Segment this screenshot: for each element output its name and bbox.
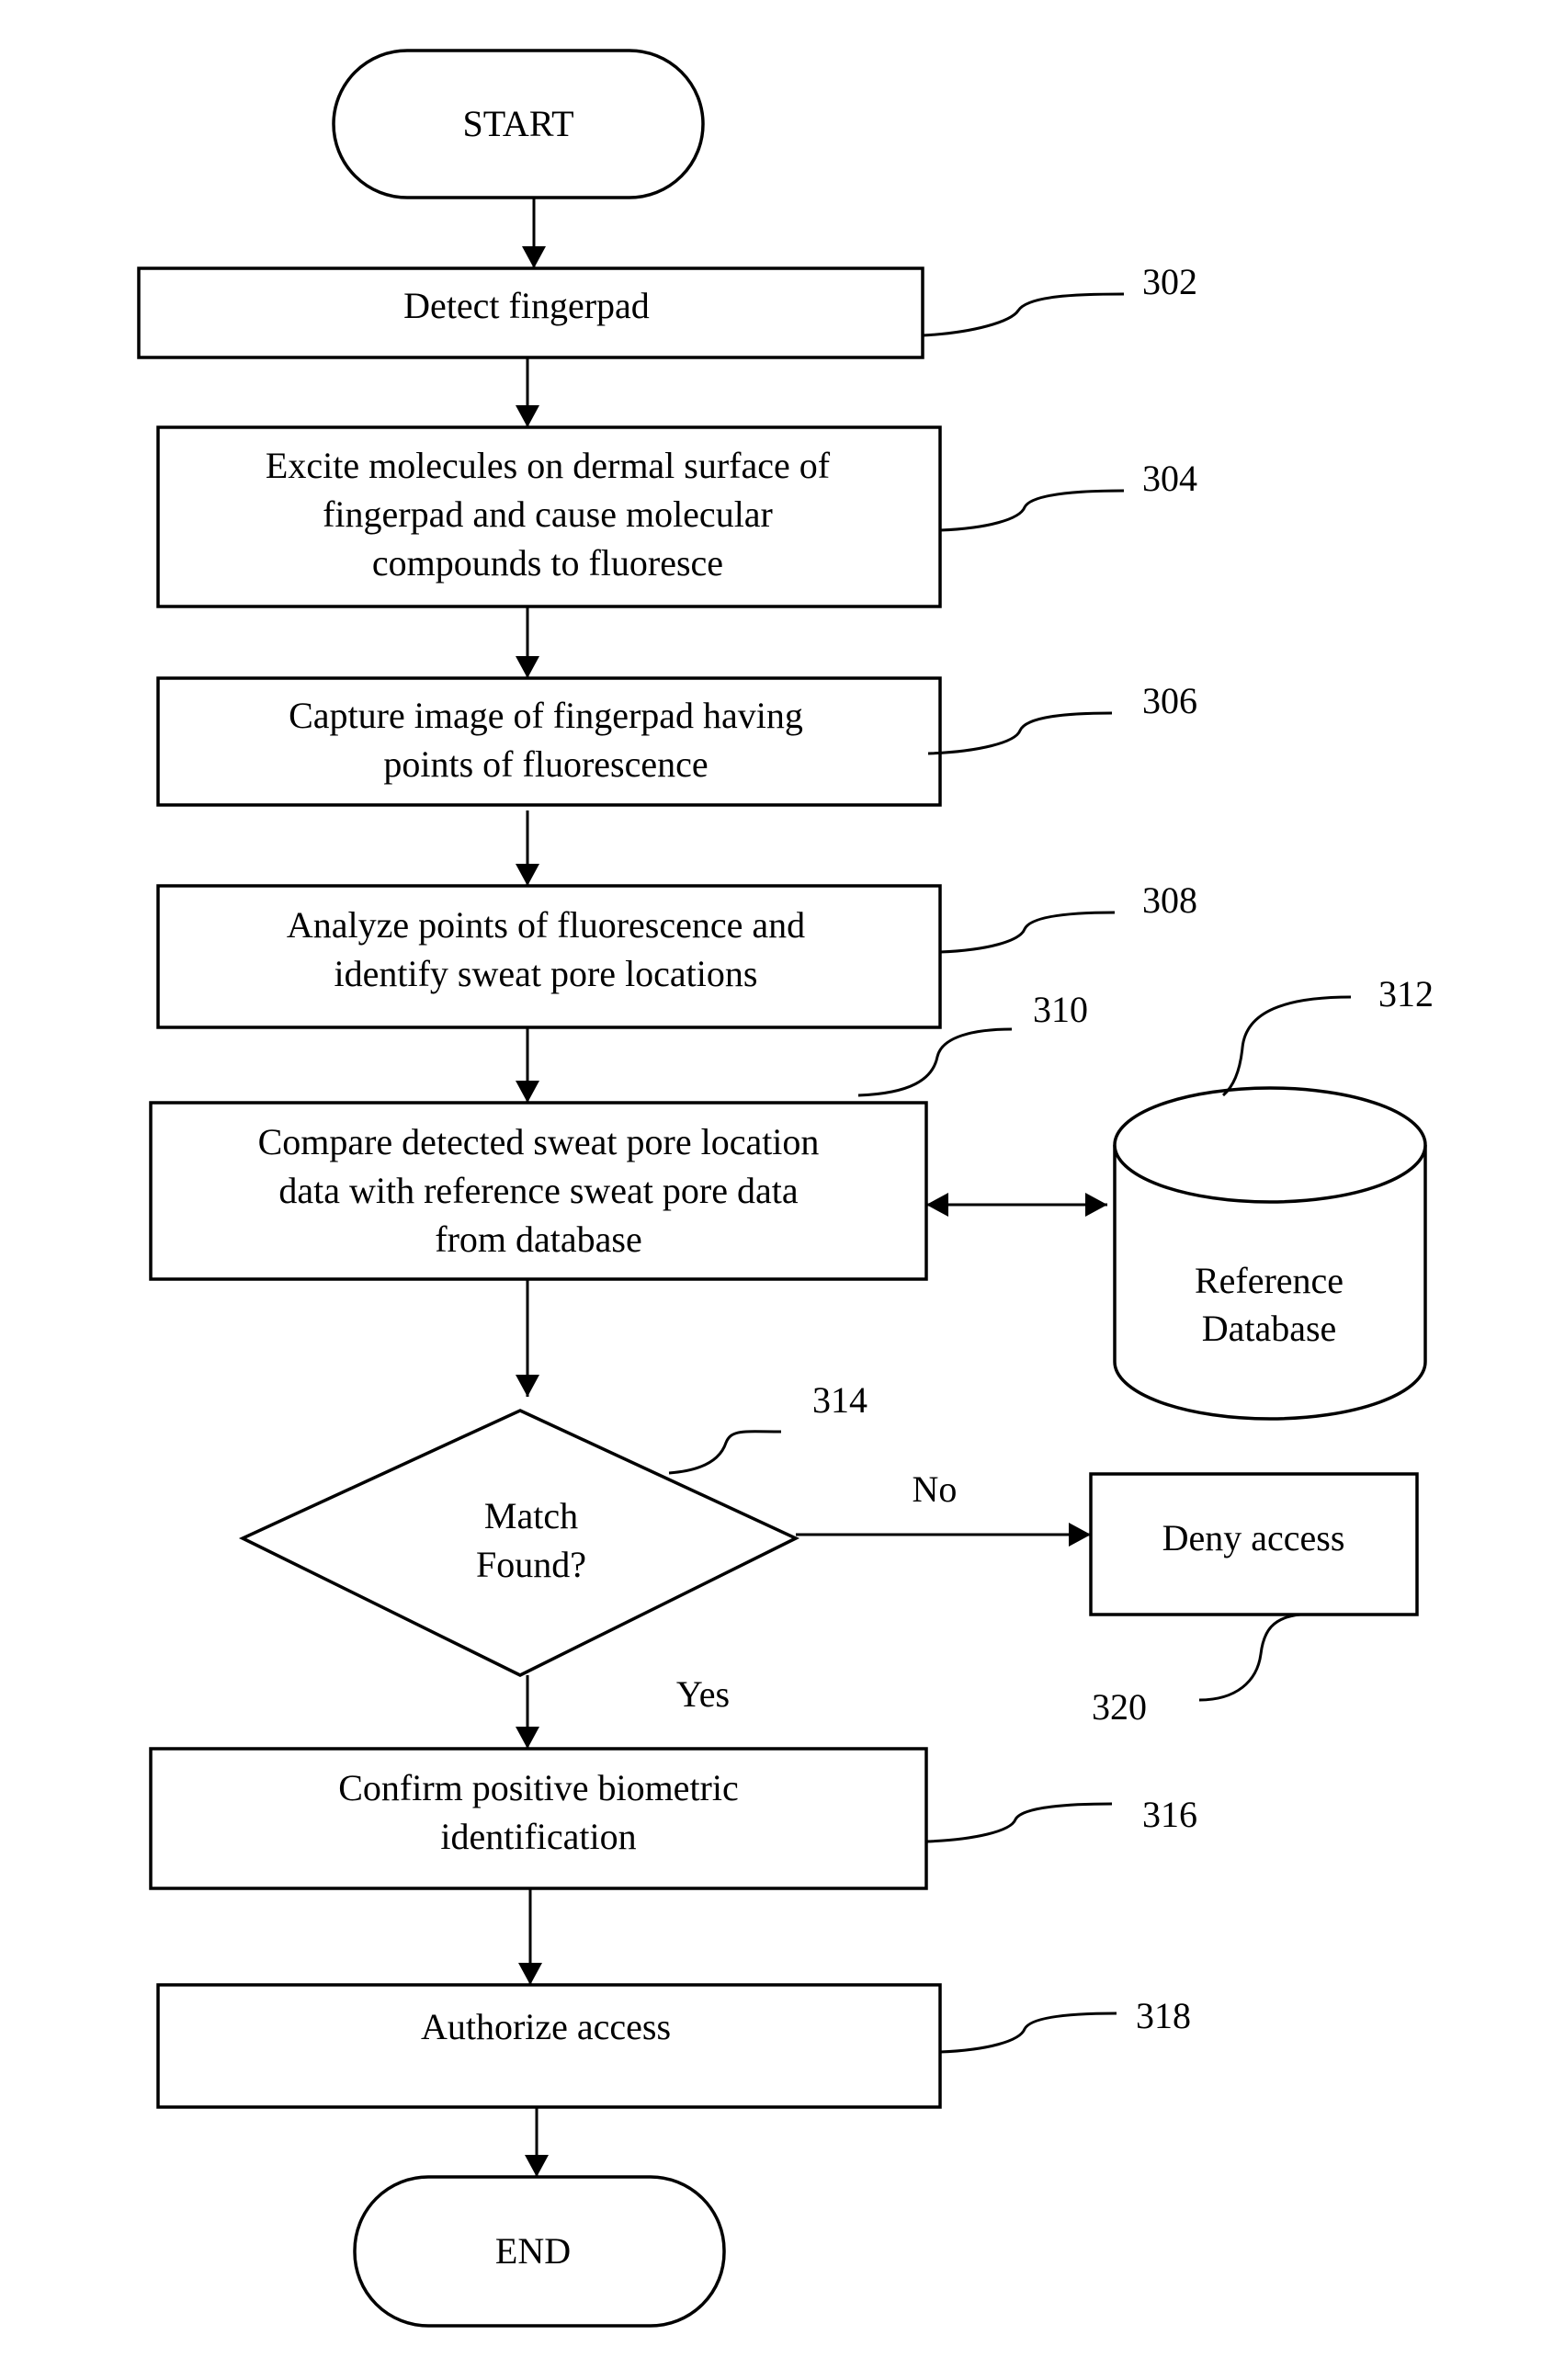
ref-308: 308: [1142, 879, 1197, 921]
ref-302: 302: [1142, 261, 1197, 302]
callout-302: [922, 292, 1125, 337]
decision-diamond: [238, 1409, 800, 1677]
end-label: END: [495, 2230, 571, 2272]
node-compare-data: Compare detected sweat pore location dat…: [149, 1101, 928, 1281]
database-line-2: Database: [1202, 1308, 1337, 1349]
ref-306: 306: [1142, 680, 1197, 721]
authorize-access-label: Authorize access: [421, 2006, 671, 2047]
analyze-line-1: Analyze points of fluorescence and: [287, 904, 805, 946]
node-deny-access: Deny access: [1089, 1472, 1419, 1616]
analyze-line-2: identify sweat pore locations: [334, 953, 758, 994]
compare-line-1: Compare detected sweat pore location: [258, 1121, 820, 1162]
ref-304: 304: [1142, 458, 1197, 499]
callout-316: [925, 1802, 1113, 1843]
callout-310: [857, 1027, 1013, 1097]
callout-320: [1198, 1613, 1301, 1702]
excite-line-2: fingerpad and cause molecular: [323, 493, 773, 535]
ref-314: 314: [812, 1379, 867, 1421]
callout-306: [927, 711, 1113, 755]
excite-line-3: compounds to fluoresce: [372, 542, 723, 584]
database-line-1: Reference: [1195, 1260, 1344, 1301]
end-terminator: END: [353, 2175, 726, 2328]
capture-line-2: points of fluorescence: [383, 743, 708, 785]
node-analyze-points: Analyze points of fluorescence and ident…: [156, 884, 942, 1029]
decision-line-1: Match: [484, 1495, 578, 1536]
edge-label-no: No: [913, 1468, 958, 1510]
ref-318: 318: [1136, 1995, 1191, 2036]
database-cylinder-top: [1113, 1086, 1427, 1204]
callout-312: [1221, 995, 1352, 1097]
confirm-line-2: identification: [440, 1816, 636, 1857]
compare-line-2: data with reference sweat pore data: [278, 1170, 798, 1211]
ref-310: 310: [1033, 989, 1088, 1030]
node-excite-molecules: Excite molecules on dermal surface of fi…: [156, 425, 942, 608]
node-authorize-access: Authorize access: [156, 1983, 942, 2109]
excite-line-1: Excite molecules on dermal surface of: [266, 445, 831, 486]
start-terminator: START: [332, 49, 705, 199]
start-label: START: [462, 103, 573, 144]
compare-line-3: from database: [435, 1218, 641, 1260]
edge-label-yes: Yes: [676, 1673, 730, 1715]
node-confirm-identification: Confirm positive biometric identificatio…: [149, 1747, 928, 1890]
callout-318: [939, 2012, 1117, 2054]
callout-314: [668, 1430, 782, 1475]
node-reference-database: Reference Database: [1113, 1086, 1427, 1421]
decision-line-2: Found?: [476, 1544, 586, 1585]
node-capture-image: Capture image of fingerpad having points…: [156, 676, 942, 807]
callout-304: [939, 489, 1125, 532]
ref-312: 312: [1378, 973, 1434, 1014]
deny-access-label: Deny access: [1162, 1517, 1345, 1558]
confirm-line-1: Confirm positive biometric: [338, 1767, 739, 1808]
node-detect-fingerpad: Detect fingerpad: [137, 266, 924, 359]
detect-fingerpad-label: Detect fingerpad: [403, 285, 650, 326]
ref-320: 320: [1092, 1686, 1147, 1728]
callout-308: [939, 911, 1116, 954]
flowchart-canvas: START Detect fingerpad 302 Excite molecu…: [137, 49, 1434, 2328]
capture-line-1: Capture image of fingerpad having: [289, 695, 803, 736]
ref-316: 316: [1142, 1794, 1197, 1835]
node-match-decision: Match Found?: [238, 1409, 800, 1677]
